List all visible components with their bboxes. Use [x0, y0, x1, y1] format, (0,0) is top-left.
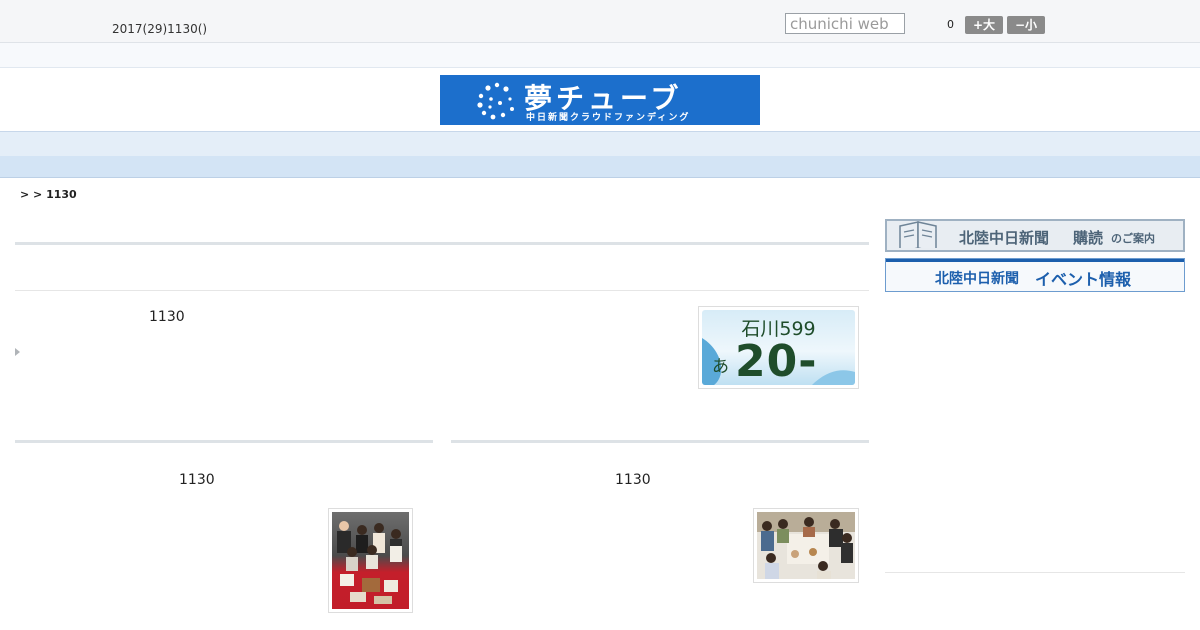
- breadcrumb: > > 1130: [20, 188, 77, 201]
- main-nav: [0, 131, 1200, 157]
- current-date: 2017(29)1130(): [112, 22, 208, 36]
- article-photo[interactable]: [753, 508, 859, 583]
- logo-subtitle: 中日新聞クラウドファンディング: [526, 113, 691, 123]
- event-banner-name: 北陸中日新聞: [935, 271, 1019, 287]
- caret-right-icon: [15, 348, 20, 356]
- sidebar-divider: [885, 572, 1185, 573]
- license-plate: 石川599 あ 20-46: [702, 310, 855, 385]
- book-icon: [899, 221, 937, 248]
- site-logo[interactable]: 夢チューブ 中日新聞クラウドファンディング: [440, 75, 760, 125]
- subscription-banner-suffix: のご案内: [1111, 232, 1155, 245]
- subscription-banner[interactable]: 北陸中日新聞 購読 のご案内: [885, 219, 1185, 252]
- font-size-value: 0: [947, 18, 954, 31]
- font-small-button[interactable]: −小: [1007, 16, 1045, 34]
- article-photo[interactable]: [328, 508, 413, 613]
- classroom-photo: [757, 512, 855, 579]
- subscription-banner-name: 北陸中日新聞: [959, 229, 1050, 247]
- article-date[interactable]: 1130: [615, 472, 651, 488]
- event-banner-top-stripe: [886, 259, 1184, 262]
- header-band: [0, 43, 1200, 68]
- plate-number: 20-46: [735, 336, 818, 385]
- event-banner[interactable]: 北陸中日新聞 イベント情報: [885, 258, 1185, 292]
- plate-kana: あ: [712, 357, 729, 377]
- top-article-date[interactable]: 1130: [149, 309, 185, 325]
- group-photo: [337, 521, 402, 604]
- section-divider: [15, 440, 433, 443]
- top-article-image[interactable]: 石川599 あ 20-46: [698, 306, 859, 389]
- section-divider: [15, 242, 869, 245]
- sub-nav-bar: [0, 156, 1200, 178]
- search-input[interactable]: [785, 13, 905, 34]
- article-date[interactable]: 1130: [179, 472, 215, 488]
- subscription-banner-label: 購読: [1073, 229, 1104, 247]
- section-divider: [451, 440, 869, 443]
- divider-line: [15, 290, 869, 291]
- font-large-button[interactable]: +大: [965, 16, 1003, 34]
- event-banner-label: イベント情報: [1035, 270, 1132, 289]
